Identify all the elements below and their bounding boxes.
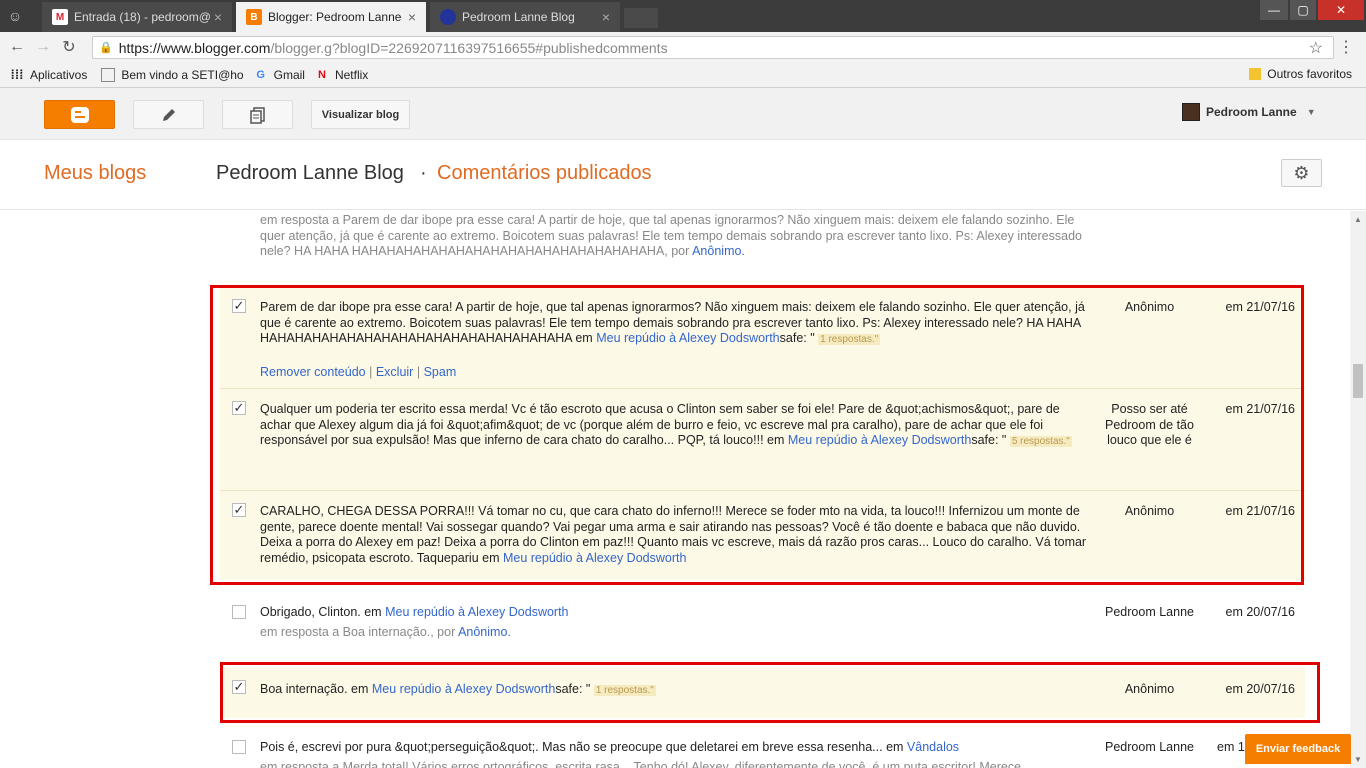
bookmark-label: Aplicativos bbox=[30, 67, 88, 82]
bookmarks-bar: ⁞⁞⁞ Aplicativos Bem vindo a SETI@ho G Gm… bbox=[0, 62, 1366, 88]
my-blogs-link[interactable]: Meus blogs bbox=[44, 162, 146, 185]
window-close-icon[interactable]: ✕ bbox=[1318, 0, 1364, 20]
close-icon[interactable]: × bbox=[214, 9, 222, 25]
tab-title: Entrada (18) - pedroom@ bbox=[74, 10, 211, 24]
gear-icon: ⚙ bbox=[1293, 162, 1310, 183]
bookmark-label: Outros favoritos bbox=[1267, 67, 1352, 81]
gmail-icon: M bbox=[52, 9, 68, 25]
scrollbar-thumb[interactable] bbox=[1353, 364, 1363, 398]
back-icon[interactable]: ← bbox=[4, 38, 30, 56]
send-feedback-button[interactable]: Enviar feedback bbox=[1245, 734, 1351, 764]
tab-gmail[interactable]: M Entrada (18) - pedroom@ × bbox=[42, 2, 232, 32]
pencil-icon bbox=[162, 108, 175, 121]
reply-context: em resposta a Parem de dar ibope pra ess… bbox=[260, 213, 1082, 258]
url-host: https://www.blogger.com bbox=[118, 39, 271, 56]
bookmark-seti[interactable]: Bem vindo a SETI@ho bbox=[101, 67, 244, 82]
apps-grid-icon: ⁞⁞⁞ bbox=[10, 67, 24, 82]
reply-context: em resposta a Boa internação., por Anôni… bbox=[260, 625, 511, 639]
highlight-box bbox=[220, 662, 1320, 723]
new-post-button[interactable] bbox=[133, 100, 204, 129]
bookmark-netflix[interactable]: N Netflix bbox=[315, 68, 368, 82]
reload-icon[interactable]: ↻ bbox=[56, 37, 82, 57]
chevron-down-icon: ▼ bbox=[1306, 107, 1316, 117]
bookmark-other[interactable]: Outros favoritos bbox=[1249, 67, 1352, 81]
list-item[interactable]: Obrigado, Clinton. em Meu repúdio à Alex… bbox=[220, 593, 1305, 653]
menu-icon[interactable]: ⋮ bbox=[1338, 37, 1354, 57]
browser-tabstrip: ☺ M Entrada (18) - pedroom@ × B Blogger:… bbox=[0, 0, 1366, 32]
star-icon[interactable]: ☆ bbox=[1309, 38, 1323, 58]
google-icon: G bbox=[256, 68, 265, 81]
account-menu[interactable]: Pedroom Lanne ▼ bbox=[1182, 103, 1316, 121]
forward-icon[interactable]: → bbox=[30, 38, 56, 56]
avatar bbox=[1182, 103, 1200, 121]
view-blog-label: Visualizar blog bbox=[321, 108, 400, 121]
scroll-down-icon[interactable]: ▼ bbox=[1354, 755, 1362, 764]
comment-author-link[interactable]: Pedroom Lanne bbox=[1097, 740, 1202, 756]
url-path: /blogger.g?blogID=2269207116397516655#pu… bbox=[270, 39, 668, 56]
tab-blogger[interactable]: B Blogger: Pedroom Lanne × bbox=[236, 2, 426, 32]
scrollbar[interactable]: ▲ ▼ bbox=[1350, 211, 1366, 768]
list-item: em resposta a Parem de dar ibope pra ess… bbox=[220, 211, 1305, 261]
blogger-header: Visualizar blog Pedroom Lanne ▼ bbox=[0, 88, 1366, 140]
comment-text: Obrigado, Clinton. em Meu repúdio à Alex… bbox=[260, 605, 569, 619]
row-checkbox[interactable] bbox=[232, 605, 246, 619]
blogger-icon: B bbox=[246, 9, 262, 25]
globe-icon bbox=[440, 9, 456, 25]
bookmark-label: Netflix bbox=[334, 67, 369, 82]
posts-list-button[interactable] bbox=[222, 100, 293, 129]
page-title: Comentários publicados bbox=[437, 162, 652, 184]
incognito-icon: ☺ bbox=[7, 8, 23, 24]
highlight-box bbox=[210, 285, 1304, 585]
comment-text: Pois é, escrevi por pura &quot;perseguiç… bbox=[260, 740, 960, 754]
page-icon bbox=[101, 67, 116, 82]
settings-button[interactable]: ⚙ bbox=[1281, 159, 1322, 187]
comments-list: em resposta a Parem de dar ibope pra ess… bbox=[0, 211, 1350, 768]
view-blog-button[interactable]: Visualizar blog bbox=[311, 100, 410, 129]
lock-icon: 🔒 bbox=[99, 42, 113, 54]
blogger-home-button[interactable] bbox=[44, 100, 115, 129]
post-link[interactable]: Vândalos bbox=[907, 740, 959, 754]
comment-date: em 20/07/16 bbox=[1225, 605, 1296, 619]
bookmark-label: Gmail bbox=[273, 67, 305, 82]
bookmark-apps[interactable]: ⁞⁞⁞ Aplicativos bbox=[10, 67, 88, 82]
reply-context: em resposta a Merda total! Vários erros … bbox=[260, 760, 1022, 768]
netflix-icon: N bbox=[317, 68, 326, 81]
url-field[interactable]: 🔒 https://www.blogger.com/blogger.g?blog… bbox=[92, 36, 1334, 59]
bookmark-gmail[interactable]: G Gmail bbox=[254, 68, 305, 82]
comment-author-link[interactable]: Pedroom Lanne bbox=[1097, 605, 1202, 621]
tab-title: Blogger: Pedroom Lanne bbox=[268, 10, 402, 24]
close-icon[interactable]: × bbox=[408, 9, 416, 25]
folder-icon bbox=[1249, 68, 1262, 80]
row-checkbox[interactable] bbox=[232, 740, 246, 754]
maximize-icon[interactable]: ▢ bbox=[1290, 0, 1316, 20]
post-link[interactable]: Meu repúdio à Alexey Dodsworth bbox=[385, 605, 568, 619]
author-link[interactable]: Anônimo. bbox=[458, 625, 511, 639]
list-item[interactable]: Pois é, escrevi por pura &quot;perseguiç… bbox=[220, 731, 1305, 768]
close-icon[interactable]: × bbox=[602, 9, 610, 25]
author-link[interactable]: Anônimo. bbox=[692, 244, 745, 258]
blogger-logo-icon bbox=[70, 106, 89, 123]
pages-icon bbox=[249, 106, 265, 124]
address-bar-row: ← → ↻ 🔒 https://www.blogger.com/blogger.… bbox=[0, 32, 1366, 62]
user-name: Pedroom Lanne bbox=[1206, 105, 1297, 119]
new-tab-button[interactable] bbox=[624, 8, 658, 28]
minimize-icon[interactable]: — bbox=[1260, 0, 1288, 20]
blog-title[interactable]: Pedroom Lanne Blog bbox=[216, 162, 404, 185]
tab-title: Pedroom Lanne Blog bbox=[462, 10, 575, 24]
tab-blog[interactable]: Pedroom Lanne Blog × bbox=[430, 2, 620, 32]
bookmark-label: Bem vindo a SETI@ho bbox=[121, 67, 244, 82]
scroll-up-icon[interactable]: ▲ bbox=[1354, 215, 1362, 224]
title-separator: · bbox=[420, 162, 427, 184]
page-subheader: Meus blogs Pedroom Lanne Blog · Comentár… bbox=[0, 140, 1366, 210]
